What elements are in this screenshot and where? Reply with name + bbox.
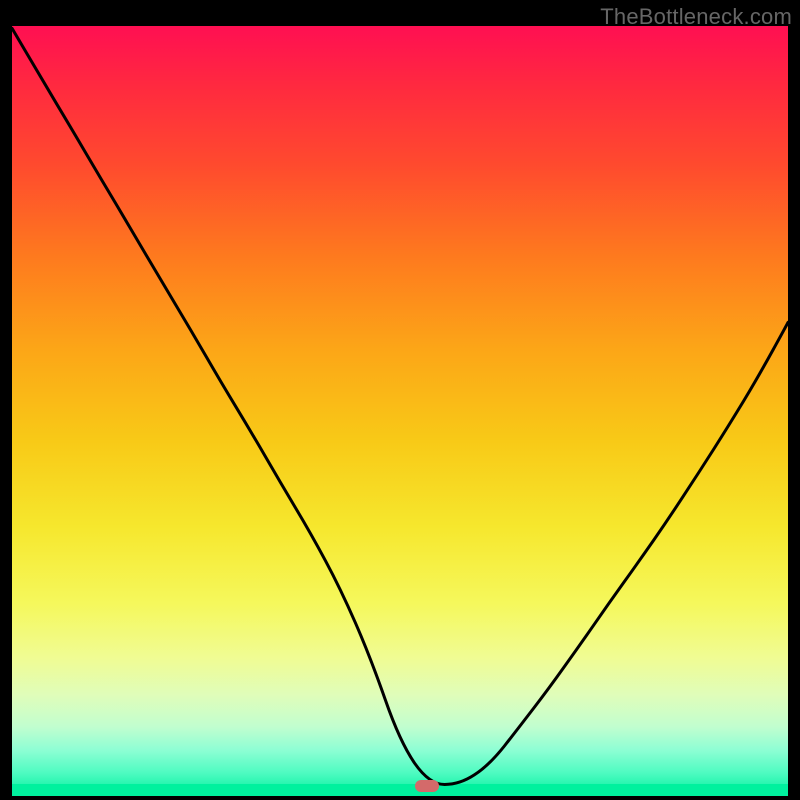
plot-area (12, 26, 788, 796)
bottleneck-curve (12, 26, 788, 796)
minimum-marker (415, 780, 439, 792)
watermark-text: TheBottleneck.com (600, 4, 792, 30)
